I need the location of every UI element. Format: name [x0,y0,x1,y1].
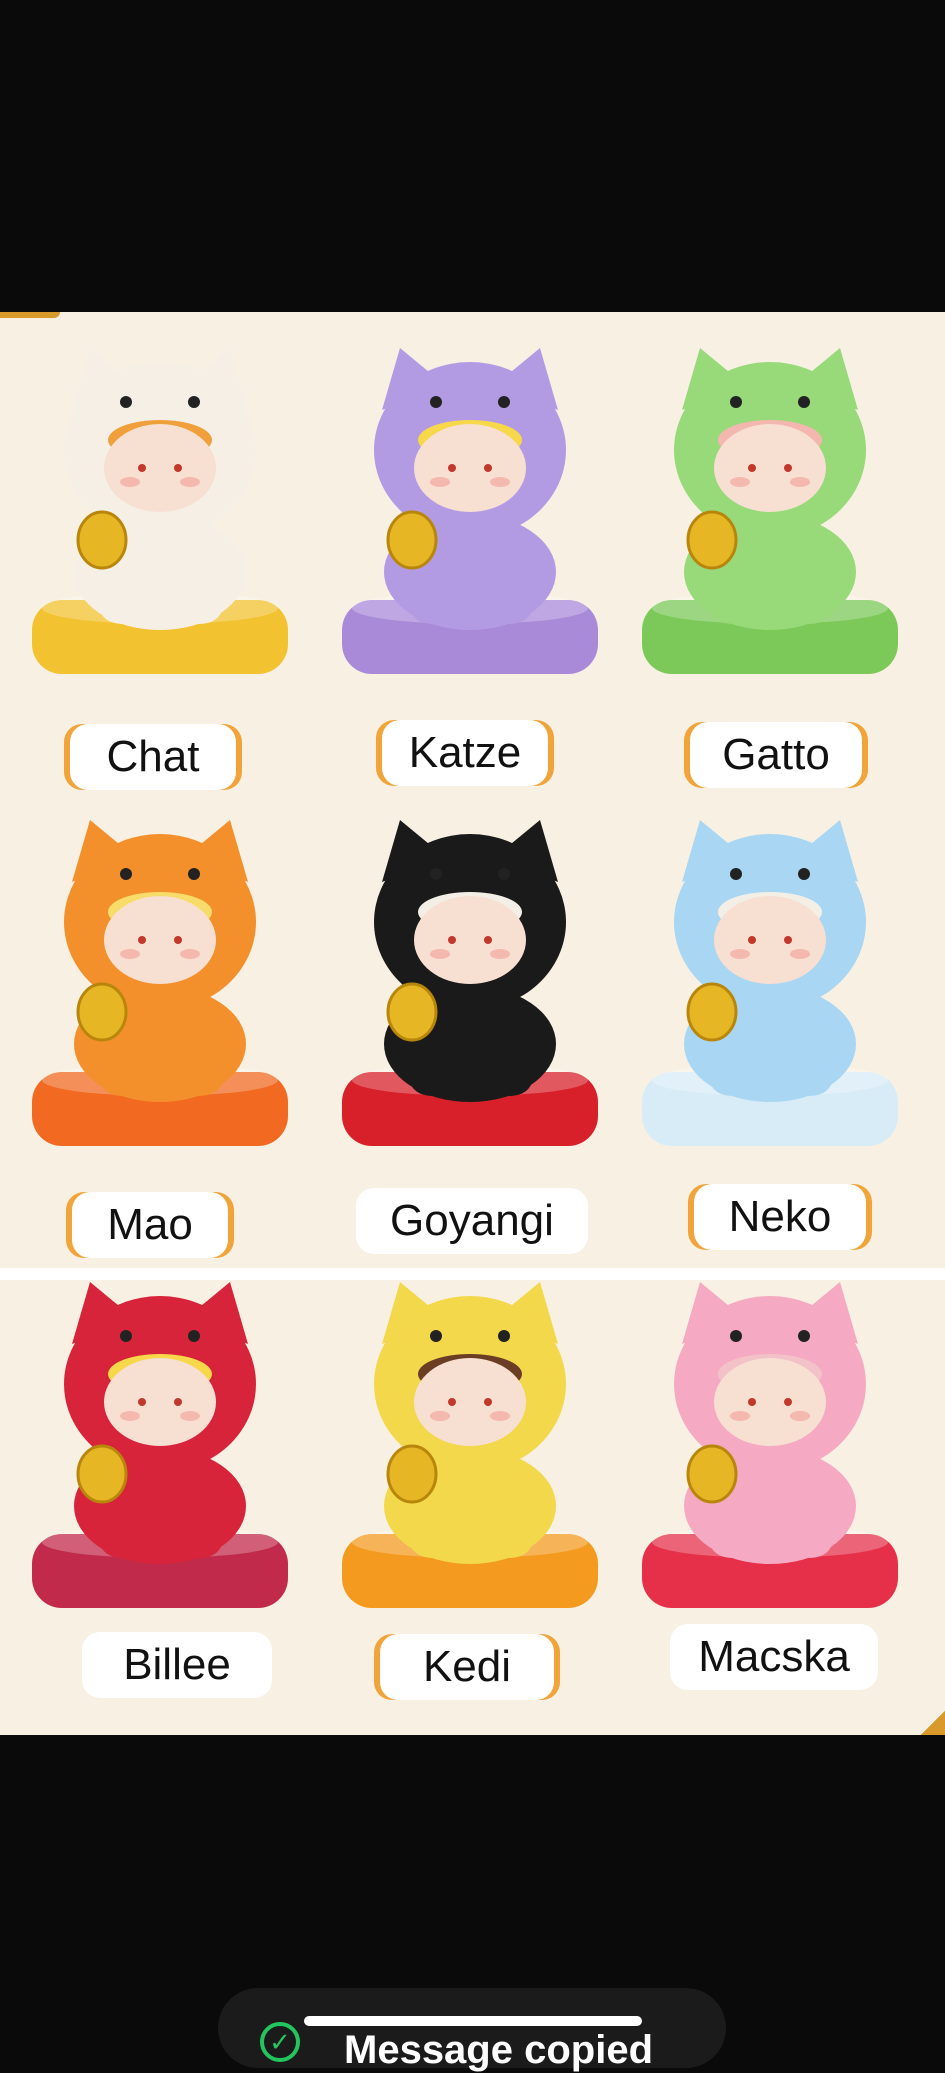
figure-card: Macska [620,1274,920,1734]
figure-name-label: Mao [72,1192,228,1258]
figure-card: Gatto [620,340,920,800]
figure-card: Billee [10,1274,310,1734]
face [714,424,826,512]
face [414,424,526,512]
cat-figure [642,348,898,674]
figure-card: Chat [10,340,310,800]
face [104,424,216,512]
face [714,896,826,984]
face [414,896,526,984]
cat-figure [32,1282,288,1608]
figure-name-label: Gatto [690,722,862,788]
figure-name-label: Macska [670,1624,878,1690]
gold-coin [686,510,738,570]
figure-name-label: Goyangi [356,1188,588,1254]
cat-figure [32,820,288,1146]
face [104,1358,216,1446]
gold-coin [386,982,438,1042]
face [104,896,216,984]
home-indicator[interactable] [304,2016,642,2026]
cat-figure [642,820,898,1146]
figure-name-label: Neko [694,1184,866,1250]
figure-card: Goyangi [320,812,620,1272]
toast-notification: ✓ Message copied [218,1988,726,2072]
gold-coin [76,510,128,570]
product-photo[interactable]: Chat Katze Gatto Mao Goyangi Neko Billee Kedi Ma… [0,312,945,1735]
figure-name-label: Chat [70,724,236,790]
gold-coin [76,982,128,1042]
gold-coin [386,510,438,570]
corner-accent [921,1711,945,1735]
cat-figure [342,348,598,674]
figure-name-label: Billee [82,1632,272,1698]
gold-coin [686,982,738,1042]
toast-message: Message copied [344,2028,654,2072]
figure-card: Kedi [320,1274,620,1734]
figure-card: Neko [620,812,920,1272]
figure-card: Mao [10,812,310,1272]
face [714,1358,826,1446]
gold-coin [76,1444,128,1504]
figure-name-label: Kedi [380,1634,554,1700]
top-letterbox [0,0,945,312]
cat-figure [642,1282,898,1608]
cat-figure [342,1282,598,1608]
check-circle-icon: ✓ [260,2022,300,2062]
figure-card: Katze [320,340,620,800]
figure-name-label: Katze [382,720,548,786]
face [414,1358,526,1446]
gold-coin [686,1444,738,1504]
gold-coin [386,1444,438,1504]
cat-figure [342,820,598,1146]
figure-grid: Chat Katze Gatto Mao Goyangi Neko Billee Kedi Ma… [0,312,945,1735]
cat-figure [32,348,288,674]
